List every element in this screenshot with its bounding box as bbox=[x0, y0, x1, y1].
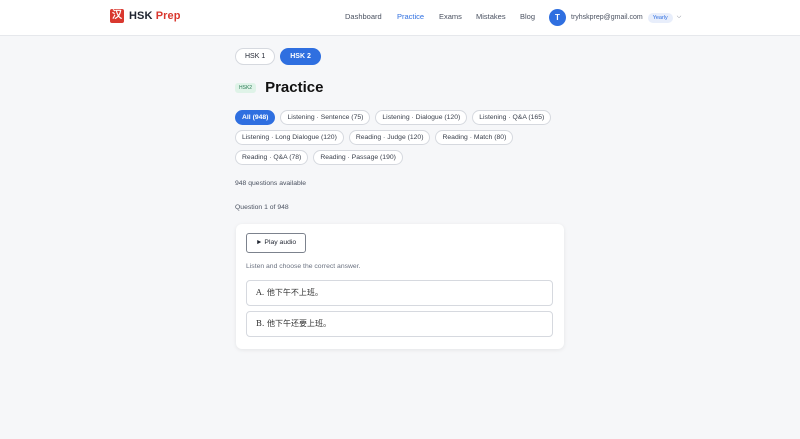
filter-reading-passage[interactable]: Reading · Passage (190) bbox=[313, 150, 403, 165]
filter-reading-qa[interactable]: Reading · Q&A (78) bbox=[235, 150, 309, 165]
brand-name: HSK Prep bbox=[129, 10, 181, 22]
nav-blog[interactable]: Blog bbox=[520, 12, 535, 21]
nav-mistakes[interactable]: Mistakes bbox=[476, 12, 506, 21]
page-title: Practice bbox=[265, 79, 324, 96]
tab-hsk1[interactable]: HSK 1 bbox=[235, 48, 276, 65]
user-menu[interactable]: T tryhskprep@gmail.com Yearly ⌵ bbox=[549, 9, 681, 26]
tab-hsk2[interactable]: HSK 2 bbox=[280, 48, 321, 65]
question-position: Question 1 of 948 bbox=[235, 204, 289, 211]
avatar[interactable]: T bbox=[549, 9, 566, 26]
user-email: tryhskprep@gmail.com bbox=[571, 14, 643, 21]
filter-listening-dialogue[interactable]: Listening · Dialogue (120) bbox=[375, 110, 468, 125]
nav-practice[interactable]: Practice bbox=[397, 12, 424, 21]
questions-available-count: 948 questions available bbox=[235, 180, 307, 187]
nav-dashboard[interactable]: Dashboard bbox=[345, 12, 382, 21]
filter-listening-sentence[interactable]: Listening · Sentence (75) bbox=[280, 110, 371, 125]
question-type-filters: All (948) Listening · Sentence (75) List… bbox=[235, 110, 565, 165]
page-header: HSK2 Practice bbox=[235, 79, 323, 96]
logo-icon: 汉 bbox=[110, 9, 124, 23]
filter-listening-long-dialogue[interactable]: Listening · Long Dialogue (120) bbox=[235, 130, 344, 145]
answer-option-a[interactable]: A. 他下午不上班。 bbox=[246, 280, 553, 306]
nav-exams[interactable]: Exams bbox=[439, 12, 462, 21]
plan-badge: Yearly bbox=[647, 12, 673, 23]
filter-reading-judge[interactable]: Reading · Judge (120) bbox=[348, 130, 431, 145]
question-instruction: Listen and choose the correct answer. bbox=[246, 263, 361, 270]
filter-all[interactable]: All (948) bbox=[235, 110, 276, 125]
brand-logo[interactable]: 汉 HSK Prep bbox=[110, 9, 181, 23]
brand-name-accent: Prep bbox=[155, 10, 181, 22]
answer-option-b[interactable]: B. 他下午还要上班。 bbox=[246, 311, 553, 337]
filter-reading-match[interactable]: Reading · Match (80) bbox=[435, 130, 514, 145]
brand-name-main: HSK bbox=[129, 10, 153, 22]
top-nav-bar: 汉 HSK Prep Dashboard Practice Exams Mist… bbox=[0, 0, 800, 36]
level-badge: HSK2 bbox=[235, 82, 257, 93]
filter-listening-qa[interactable]: Listening · Q&A (165) bbox=[472, 110, 552, 125]
level-tabs: HSK 1 HSK 2 bbox=[235, 48, 321, 65]
question-card: ► Play audio Listen and choose the corre… bbox=[236, 224, 564, 349]
play-audio-button[interactable]: ► Play audio bbox=[246, 233, 306, 253]
chevron-down-icon[interactable]: ⌵ bbox=[677, 14, 682, 21]
